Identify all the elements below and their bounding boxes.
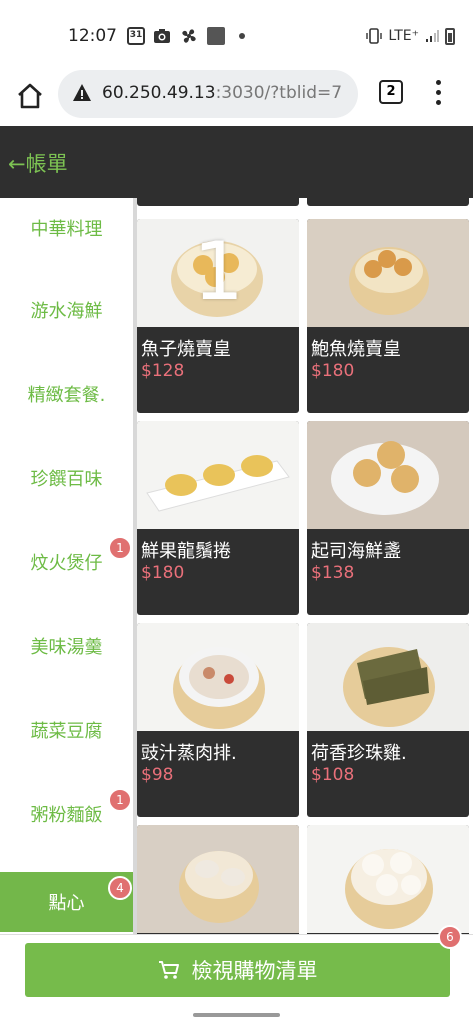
- back-to-bill-link[interactable]: ←帳單: [8, 148, 68, 178]
- product-card[interactable]: 起司海鮮盞 $138: [307, 421, 469, 615]
- warning-icon[interactable]: [72, 83, 92, 103]
- status-right: LTE⁺: [366, 27, 455, 45]
- category-count-badge: 1: [108, 536, 132, 560]
- url-host: 60.250.49.13: [102, 83, 216, 103]
- product-name: 起司海鮮盞: [311, 541, 401, 562]
- product-price: $180: [311, 361, 355, 381]
- category-item[interactable]: 粥粉麵飯 1: [0, 784, 133, 844]
- status-bar: 12:07 31 LTE⁺: [0, 0, 473, 70]
- address-bar[interactable]: 60.250.49.13:3030/?tblid=7: [58, 70, 358, 118]
- category-count-badge: 1: [108, 788, 132, 812]
- product-image: [137, 825, 299, 933]
- product-image: [307, 219, 469, 327]
- product-name: 鮑魚燒賣皇: [311, 339, 401, 360]
- product-image: [137, 623, 299, 731]
- product-image: [307, 623, 469, 731]
- cart-icon: [158, 961, 179, 979]
- network-label: LTE⁺: [388, 28, 419, 44]
- tab-switcher-button[interactable]: 2: [379, 80, 403, 104]
- category-label: 精緻套餐.: [27, 385, 106, 406]
- category-label: 粥粉麵飯: [30, 805, 103, 826]
- product-image: [307, 825, 469, 933]
- camera-icon: [154, 29, 170, 43]
- view-cart-button[interactable]: 檢視購物清單: [25, 943, 450, 997]
- product-card[interactable]: 鮑魚燒賣皇 $180: [307, 219, 469, 413]
- more-menu-icon[interactable]: [430, 78, 446, 108]
- category-item[interactable]: 炆火煲仔 1: [0, 532, 133, 592]
- category-item[interactable]: 蔬菜豆腐: [0, 700, 133, 760]
- category-label: 蔬菜豆腐: [30, 721, 103, 742]
- category-item-active[interactable]: 點心 4: [0, 872, 133, 932]
- product-name: 魚子燒賣皇: [141, 339, 231, 360]
- vibrate-icon: [366, 28, 383, 44]
- url-text[interactable]: 60.250.49.13:3030/?tblid=7: [102, 83, 342, 103]
- category-item[interactable]: 美味湯羹: [0, 616, 133, 676]
- category-label: 中華料理: [30, 219, 103, 240]
- product-card[interactable]: [137, 825, 299, 934]
- product-card[interactable]: [307, 825, 469, 934]
- category-label: 點心: [48, 893, 85, 914]
- product-card[interactable]: 豉汁蒸肉排. $98: [137, 623, 299, 817]
- category-label: 美味湯羹: [30, 637, 103, 658]
- product-price: $138: [311, 563, 355, 583]
- signal-icon: [426, 30, 439, 42]
- category-item[interactable]: 精緻套餐.: [0, 364, 133, 424]
- category-item[interactable]: 珍饌百味: [0, 448, 133, 508]
- product-card[interactable]: 鮮果龍鬚捲 $180: [137, 421, 299, 615]
- product-grid: 1 魚子燒賣皇 $128 鮑魚燒賣皇 $180 鮮果龍鬚捲 $180 起司海鮮盞…: [137, 198, 473, 934]
- product-price: $108: [311, 765, 355, 785]
- more-notifications-dot: [239, 33, 245, 39]
- category-label: 炆火煲仔: [30, 553, 103, 574]
- cart-count-badge: 6: [438, 925, 462, 949]
- product-image: [307, 421, 469, 529]
- category-label: 珍饌百味: [30, 469, 103, 490]
- gesture-bar: [193, 1013, 280, 1017]
- product-price: $180: [141, 563, 185, 583]
- url-path: :3030/?tblid=7: [215, 83, 343, 103]
- category-count-badge: 4: [108, 876, 132, 900]
- item-quantity-overlay: 1: [193, 225, 244, 318]
- category-item[interactable]: 游水海鮮: [0, 280, 133, 340]
- bottom-bar: 檢視購物清單 6: [0, 925, 473, 1024]
- app-header: ←帳單: [0, 126, 473, 198]
- app-notification-icon: [207, 27, 225, 45]
- fan-icon: [182, 29, 196, 43]
- product-card[interactable]: 1 魚子燒賣皇 $128: [137, 219, 299, 413]
- product-name: 鮮果龍鬚捲: [141, 541, 231, 562]
- product-card[interactable]: [307, 198, 469, 206]
- product-name: 豉汁蒸肉排.: [141, 743, 237, 764]
- product-price: $98: [141, 765, 174, 785]
- status-time: 12:07: [68, 26, 117, 46]
- home-icon[interactable]: [14, 80, 46, 112]
- product-price: $128: [141, 361, 185, 381]
- category-label: 游水海鮮: [30, 301, 103, 322]
- view-cart-label: 檢視購物清單: [191, 959, 318, 983]
- calendar-icon: 31: [127, 27, 145, 45]
- category-sidebar: 中華料理 游水海鮮 精緻套餐. 珍饌百味 炆火煲仔 1 美味湯羹 蔬菜豆腐 粥粉麵…: [0, 198, 133, 934]
- browser-toolbar: 60.250.49.13:3030/?tblid=7 2: [0, 70, 473, 126]
- battery-icon: [445, 27, 455, 45]
- product-image: [137, 421, 299, 529]
- product-name: 荷香珍珠雞.: [311, 743, 407, 764]
- product-card[interactable]: [137, 198, 299, 206]
- product-card[interactable]: 荷香珍珠雞. $108: [307, 623, 469, 817]
- category-item[interactable]: 中華料理: [0, 198, 133, 258]
